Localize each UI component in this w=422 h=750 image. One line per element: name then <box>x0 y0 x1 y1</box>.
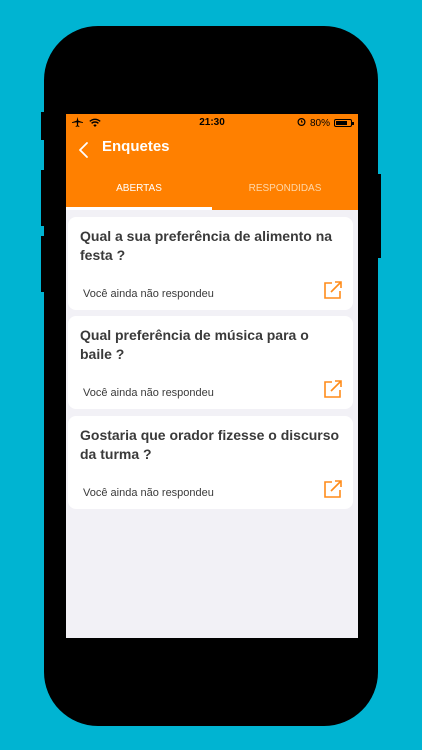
app-screen: 21:30 80% Enquetes ABERTAS RESPONDIDAS Q… <box>66 114 358 638</box>
poll-card[interactable]: Qual preferência de música para o baile … <box>68 316 353 409</box>
tab-bar: ABERTAS RESPONDIDAS <box>66 168 358 210</box>
battery-percent: 80% <box>309 117 330 129</box>
tab-respondidas[interactable]: RESPONDIDAS <box>212 168 358 210</box>
active-tab-indicator <box>66 207 212 210</box>
chevron-left-icon[interactable] <box>76 140 92 160</box>
poll-card[interactable]: Qual a sua preferência de alimento na fe… <box>68 217 353 310</box>
poll-status: Você ainda não respondeu <box>83 288 214 300</box>
mute-switch <box>41 112 45 140</box>
poll-question: Qual preferência de música para o baile … <box>80 327 309 362</box>
open-external-icon[interactable] <box>323 479 343 499</box>
volume-up-button <box>41 170 45 226</box>
tab-abertas[interactable]: ABERTAS <box>66 168 212 210</box>
poll-question: Qual a sua preferência de alimento na fe… <box>80 228 333 263</box>
battery-icon <box>334 119 354 127</box>
status-bar: 21:30 80% <box>66 114 358 132</box>
poll-status: Você ainda não respondeu <box>83 487 214 499</box>
page-title: Enquetes <box>102 138 170 155</box>
open-external-icon[interactable] <box>323 379 343 399</box>
alarm-icon <box>297 117 306 129</box>
volume-down-button <box>41 236 45 292</box>
poll-card[interactable]: Gostaria que orador fizesse o discurso d… <box>68 416 353 509</box>
poll-status: Você ainda não respondeu <box>83 387 214 399</box>
open-external-icon[interactable] <box>323 280 343 300</box>
navigation-bar: Enquetes <box>66 132 358 168</box>
power-button <box>377 174 381 258</box>
poll-question: Gostaria que orador fizesse o discurso d… <box>80 427 340 462</box>
